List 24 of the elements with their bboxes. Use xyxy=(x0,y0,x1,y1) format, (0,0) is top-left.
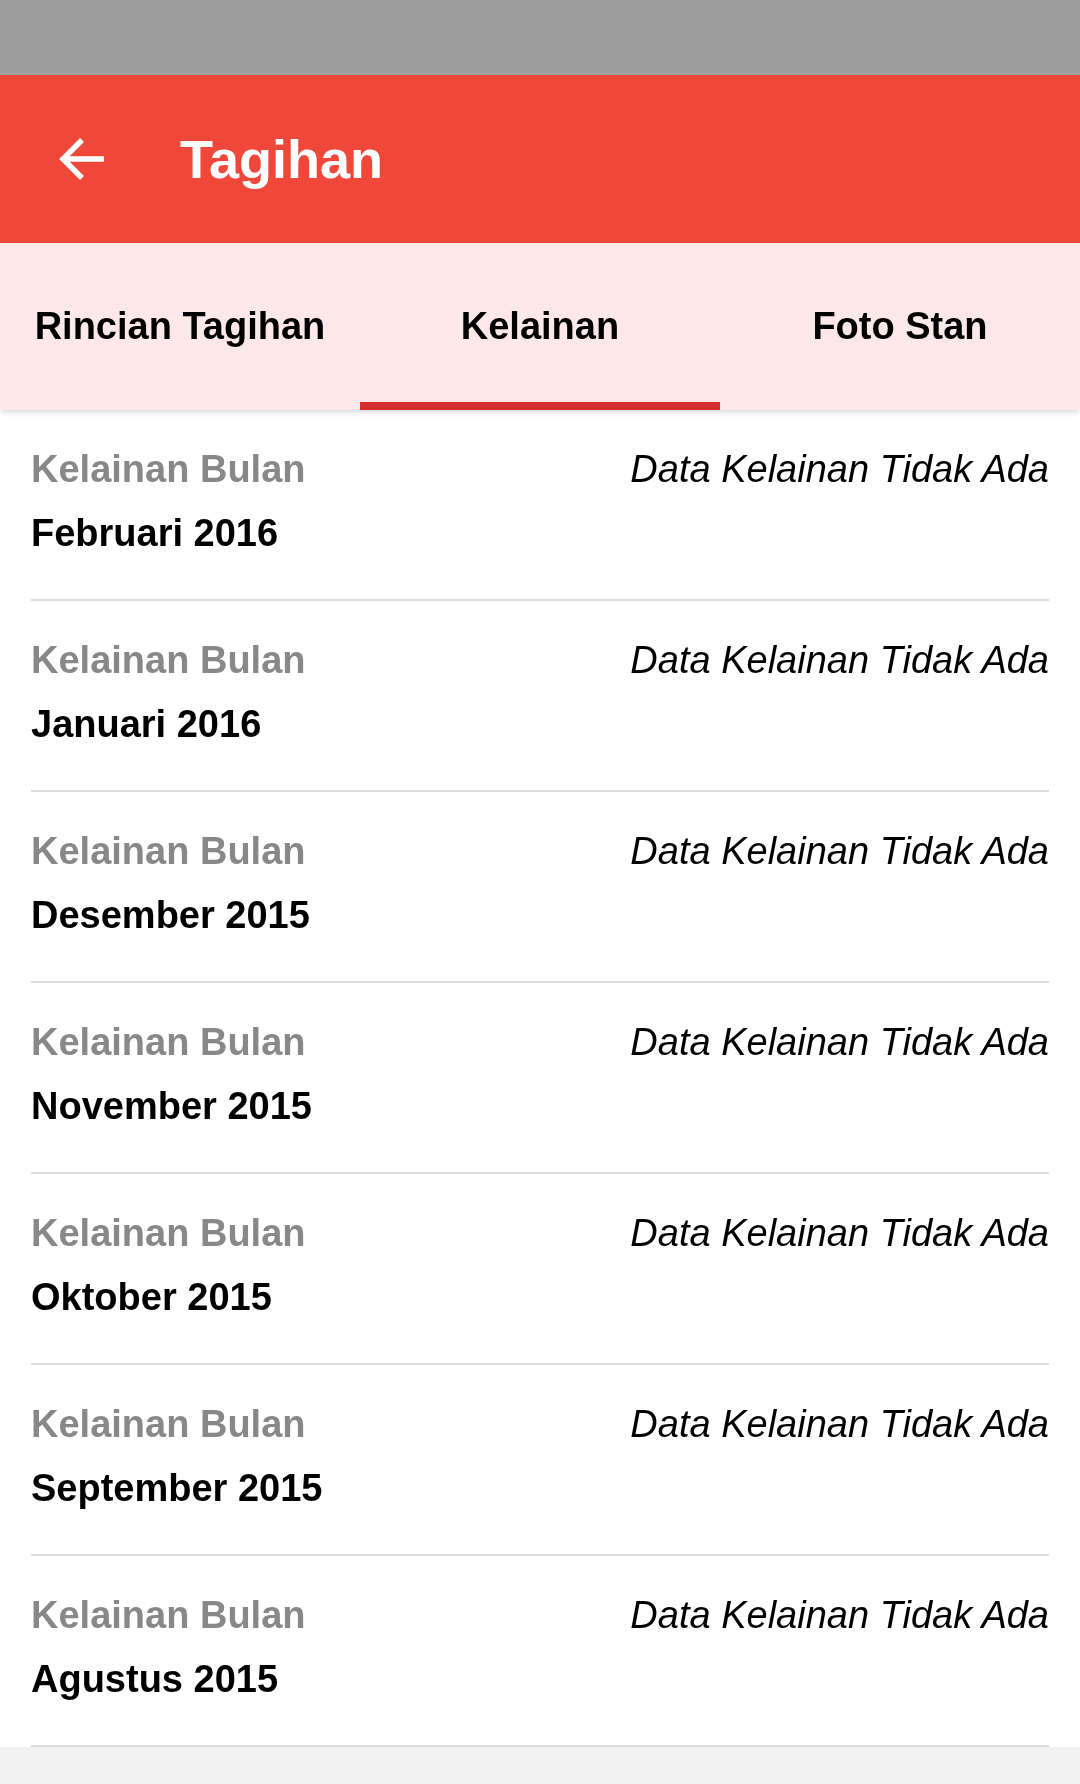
row-label: Kelainan Bulan xyxy=(31,450,306,488)
row-label: Kelainan Bulan xyxy=(31,1023,307,1061)
row-label: Kelainan Bulan xyxy=(31,641,306,679)
month-text: Oktober 2015 xyxy=(31,1278,273,1316)
status-text: Data Kelainan Tidak Ada xyxy=(630,1596,1049,1634)
status-text: Data Kelainan Tidak Ada xyxy=(630,641,1049,679)
month-text: Januari 2016 xyxy=(31,705,263,743)
month-text: Februari 2016 xyxy=(31,514,280,552)
row-label: Kelainan Bulan xyxy=(31,1214,306,1252)
row-label: Kelainan Bulan xyxy=(31,1405,307,1443)
month-text: Desember 2015 xyxy=(31,896,310,934)
screen-title: Tagihan xyxy=(180,127,383,191)
status-text: Data Kelainan Tidak Ada xyxy=(630,1023,1049,1061)
status-text: Data Kelainan Tidak Ada xyxy=(630,1214,1049,1252)
status-text: Data Kelainan Tidak Ada xyxy=(630,1405,1049,1443)
month-text: November 2015 xyxy=(31,1087,312,1125)
tab[interactable]: Rincian Tagihan xyxy=(0,243,360,410)
tab[interactable]: Foto Stan xyxy=(720,243,1080,410)
month-text: September 2015 xyxy=(31,1469,323,1507)
status-text: Data Kelainan Tidak Ada xyxy=(630,450,1049,488)
row-label: Kelainan Bulan xyxy=(31,832,307,870)
row-label: Kelainan Bulan xyxy=(31,1596,306,1634)
month-text: Agustus 2015 xyxy=(31,1660,280,1698)
status-text: Data Kelainan Tidak Ada xyxy=(630,832,1049,870)
